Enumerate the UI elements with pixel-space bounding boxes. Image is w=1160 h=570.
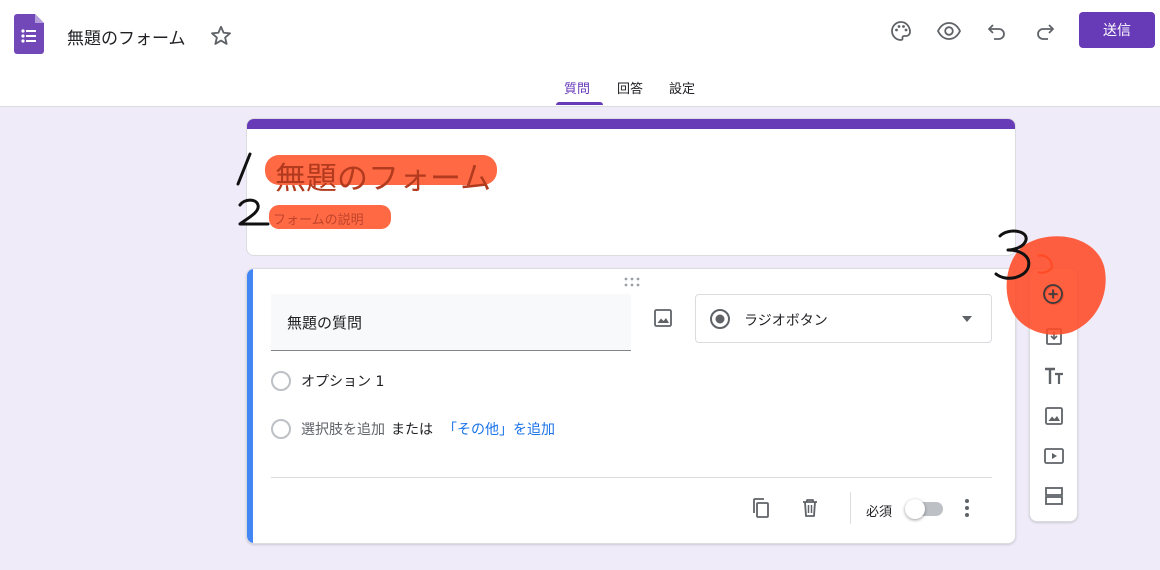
drag-handle-icon[interactable] <box>623 277 641 287</box>
star-icon[interactable] <box>208 23 234 49</box>
redo-icon[interactable] <box>1031 17 1059 45</box>
palette-icon[interactable] <box>887 17 915 45</box>
question-type-label: ラジオボタン <box>744 313 828 329</box>
duplicate-icon[interactable] <box>749 496 773 520</box>
form-title-card: 無題のフォーム フォームの説明 <box>246 118 1016 256</box>
radio-circle-icon <box>271 419 291 439</box>
question-toolbar <box>1029 268 1078 522</box>
or-text: または <box>391 422 433 438</box>
tab-settings[interactable]: 設定 <box>669 78 695 97</box>
question-title-text: 無題の質問 <box>287 314 363 332</box>
delete-icon[interactable] <box>798 496 822 520</box>
radio-circle-icon <box>271 371 291 391</box>
add-option-link[interactable]: 選択肢を追加 <box>301 419 385 439</box>
question-type-select[interactable]: ラジオボタン <box>695 294 992 343</box>
preview-icon[interactable] <box>935 17 963 45</box>
footer-divider <box>271 477 992 478</box>
active-tab-indicator <box>556 102 603 105</box>
required-toggle[interactable] <box>905 499 943 519</box>
form-description-field[interactable]: フォームの説明 <box>273 209 364 228</box>
add-video-icon[interactable] <box>1042 444 1066 468</box>
footer-vertical-divider <box>850 492 851 524</box>
required-label: 必須 <box>866 505 893 520</box>
add-title-icon[interactable] <box>1042 364 1066 388</box>
forms-logo-icon[interactable] <box>14 14 44 54</box>
question-title-input[interactable]: 無題の質問 <box>271 294 631 351</box>
toggle-knob <box>905 499 925 519</box>
dropdown-arrow-icon <box>962 316 972 322</box>
tab-questions[interactable]: 質問 <box>564 78 590 97</box>
undo-icon[interactable] <box>983 17 1011 45</box>
radio-button-icon <box>710 309 730 329</box>
active-question-indicator <box>247 269 253 543</box>
add-option-row: 選択肢を追加 または 「その他」を追加 <box>271 417 555 441</box>
option-row[interactable]: オプション 1 <box>271 369 384 393</box>
add-other-link[interactable]: 「その他」を追加 <box>443 419 555 439</box>
add-image-icon[interactable] <box>651 306 675 330</box>
add-section-icon[interactable] <box>1042 484 1066 508</box>
option-label[interactable]: オプション 1 <box>301 371 384 391</box>
tab-responses[interactable]: 回答 <box>617 78 643 97</box>
app-header: 無題のフォーム 送信 質問 回答 設定 <box>0 0 1160 107</box>
add-image-icon[interactable] <box>1042 404 1066 428</box>
add-question-icon[interactable] <box>1042 283 1066 307</box>
theme-color-bar <box>247 119 1015 129</box>
document-title[interactable]: 無題のフォーム <box>67 24 186 49</box>
import-questions-icon[interactable] <box>1042 324 1066 348</box>
more-vert-icon[interactable] <box>955 495 979 521</box>
question-card[interactable]: 無題の質問 ラジオボタン オプション 1 選択肢を追加 または 「その他」を追加… <box>246 268 1016 544</box>
form-title[interactable]: 無題のフォーム <box>269 153 497 198</box>
send-button[interactable]: 送信 <box>1079 12 1155 48</box>
